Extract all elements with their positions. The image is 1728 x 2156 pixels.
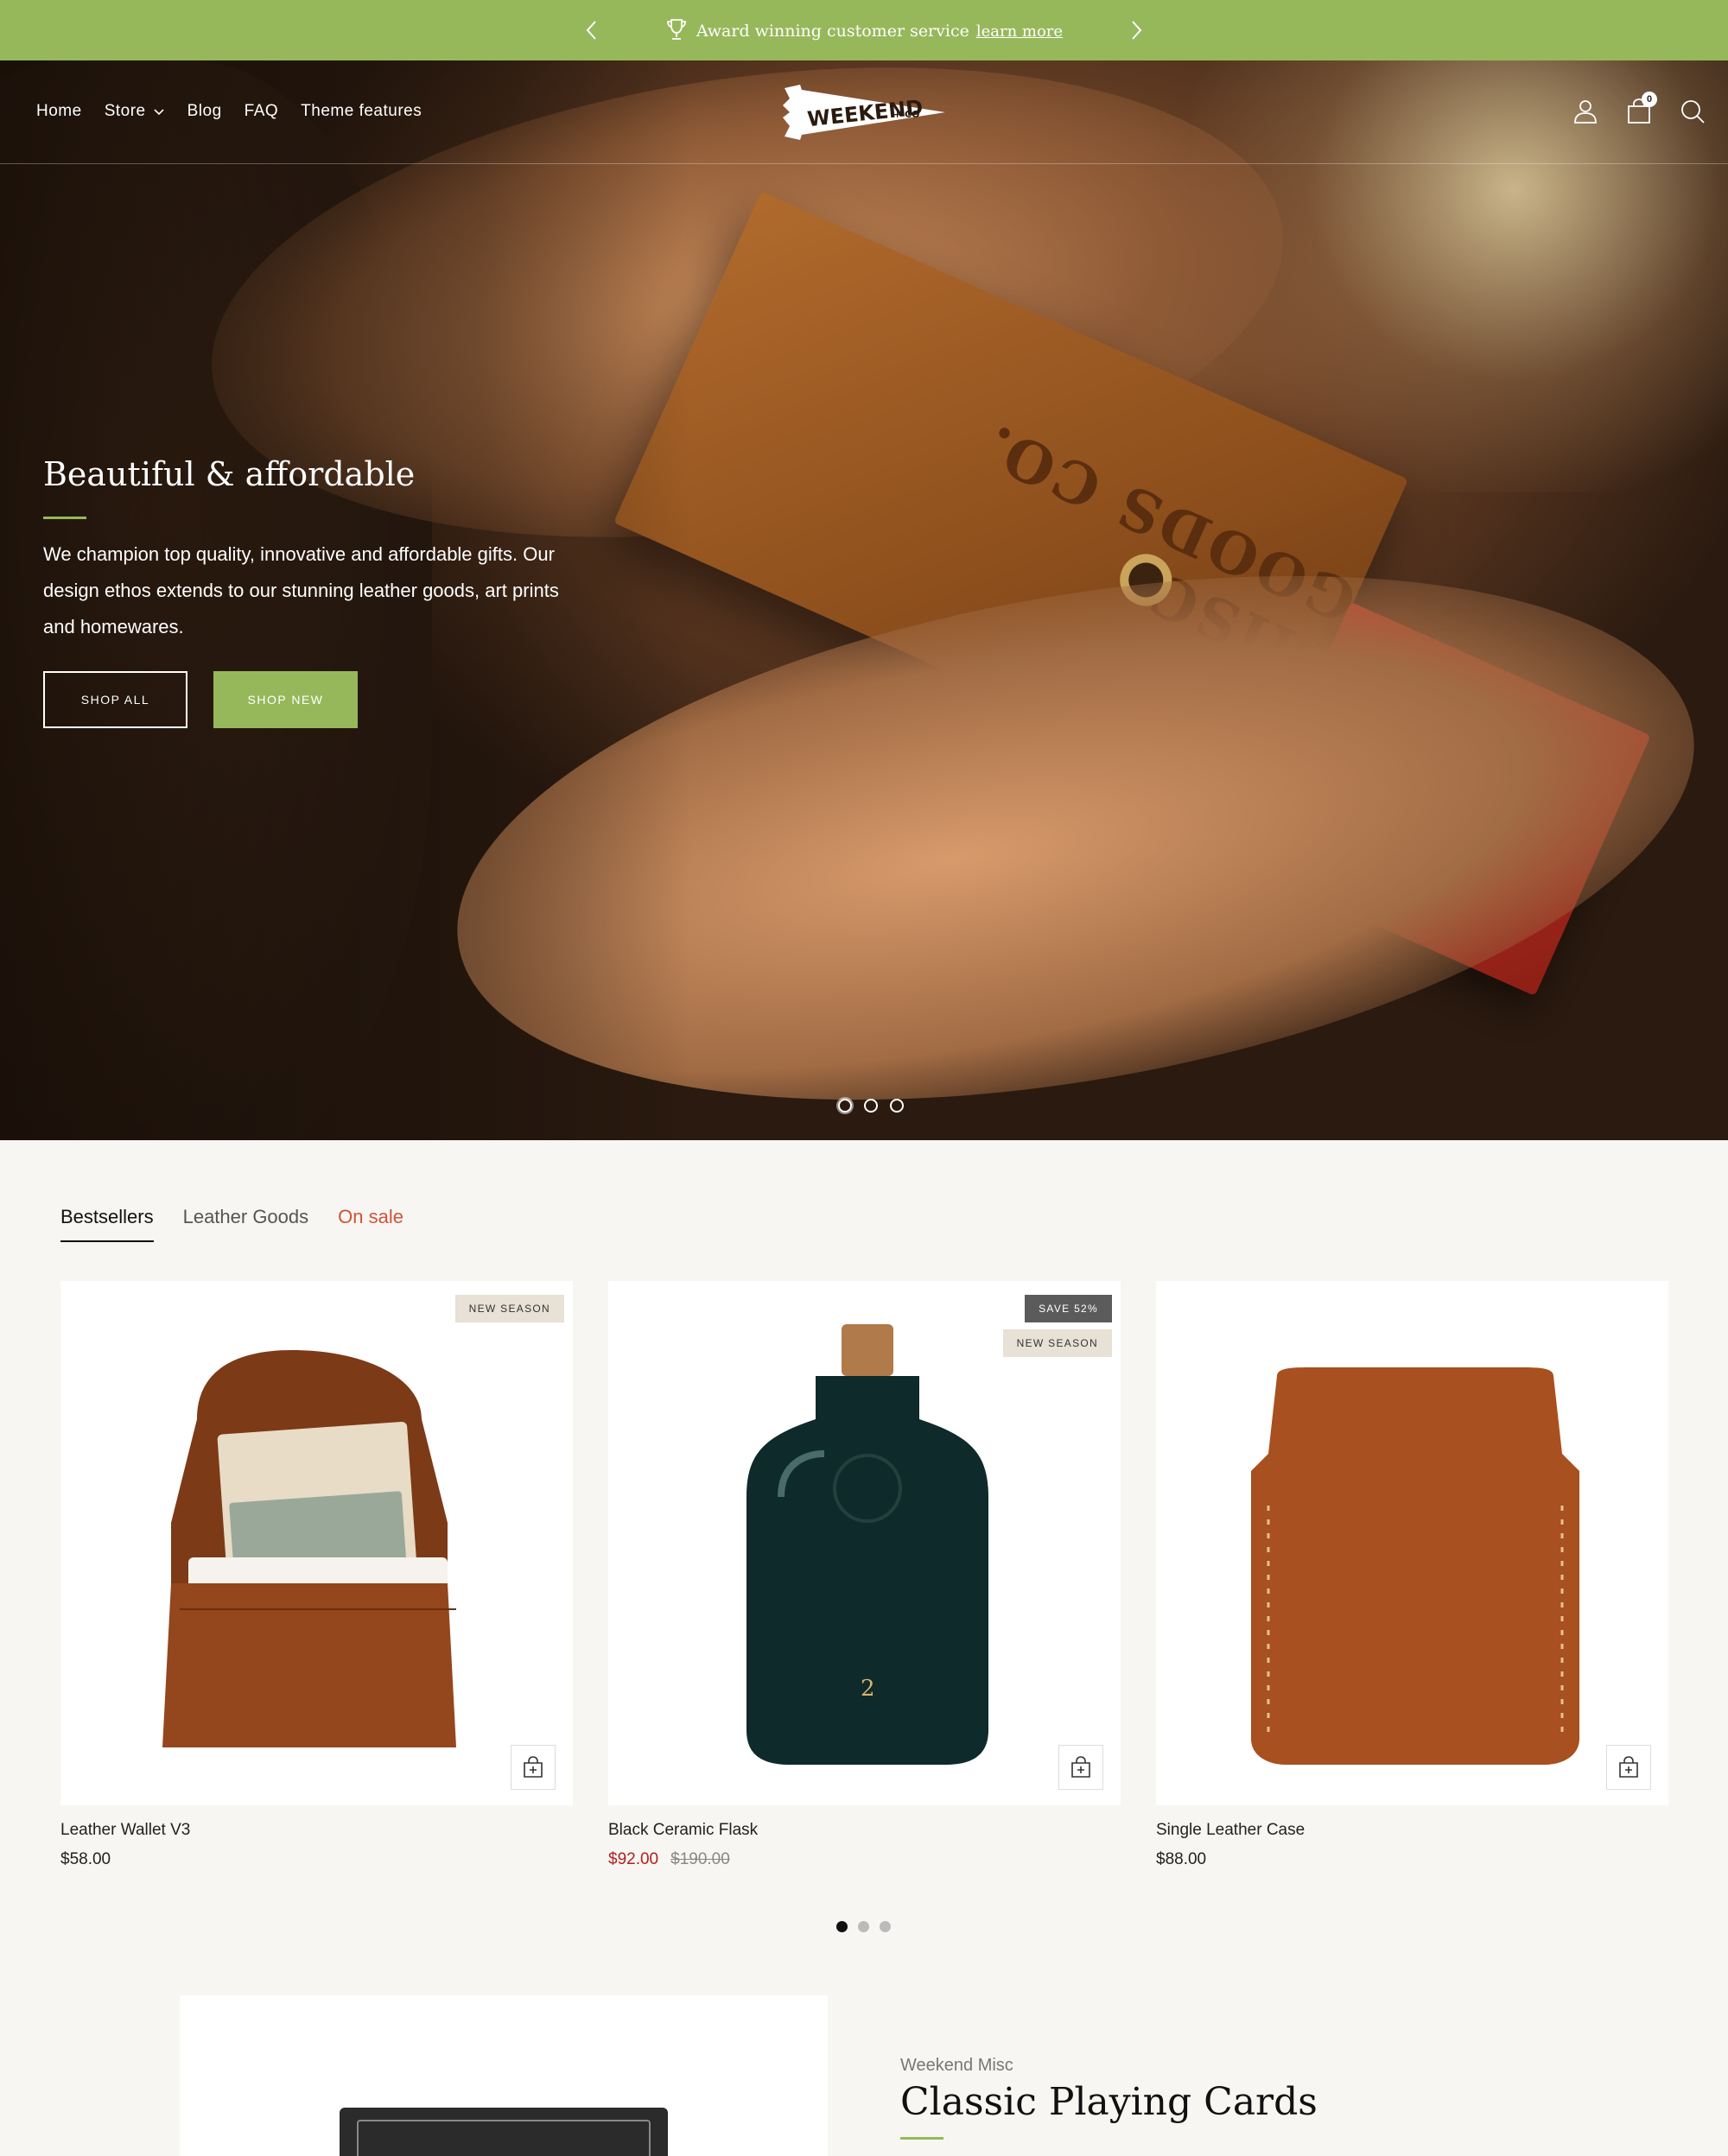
- weekend-co-logo[interactable]: WEEKEND + CO: [781, 83, 947, 142]
- product-badges: SAVE 52% NEW SEASON: [1002, 1295, 1112, 1357]
- product-price: $88.00: [1156, 1850, 1668, 1869]
- main-nav: Home Store Blog FAQ Theme features: [36, 102, 422, 121]
- add-to-cart-icon: [1071, 1756, 1090, 1778]
- quick-add-button[interactable]: [1058, 1745, 1103, 1790]
- new-season-badge: NEW SEASON: [1002, 1329, 1112, 1357]
- nav-faq[interactable]: FAQ: [245, 102, 279, 121]
- product-image[interactable]: [1156, 1281, 1668, 1805]
- product-name[interactable]: Black Ceramic Flask: [608, 1821, 1121, 1840]
- compare-at-price: $190.00: [670, 1850, 730, 1868]
- product-badges: NEW SEASON: [454, 1295, 564, 1322]
- product-image[interactable]: NEW SEASON: [60, 1281, 573, 1805]
- nav-home[interactable]: Home: [36, 102, 82, 121]
- sale-price: $92.00: [608, 1850, 659, 1868]
- price-value: $88.00: [1156, 1850, 1207, 1868]
- product-card[interactable]: NEW SEASON Leather Wallet V3 $58.00: [60, 1281, 573, 1869]
- product-price: $58.00: [60, 1850, 573, 1869]
- trophy-icon: [667, 19, 686, 40]
- announcement-message: Award winning customer service learn more: [0, 17, 1728, 41]
- quick-add-button[interactable]: [511, 1745, 556, 1790]
- product-name[interactable]: Leather Wallet V3: [60, 1821, 573, 1840]
- shop-all-button[interactable]: SHOP ALL: [43, 671, 187, 729]
- quick-add-button[interactable]: [1606, 1745, 1651, 1790]
- nav-store[interactable]: Store: [105, 102, 165, 121]
- product-card[interactable]: 2 SAVE 52% NEW SEASON Black Ceramic Flas…: [608, 1281, 1121, 1869]
- announcement-bar: Award winning customer service learn more: [0, 0, 1728, 60]
- hero-slide-dot-3[interactable]: [890, 1099, 904, 1113]
- tab-on-sale[interactable]: On sale: [338, 1206, 403, 1242]
- product-page-dot-1[interactable]: [836, 1921, 848, 1932]
- product-page-dot-3[interactable]: [880, 1921, 891, 1932]
- chevron-right-icon: [1132, 21, 1142, 40]
- ceramic-flask-image: 2: [746, 1324, 988, 1765]
- tab-leather-goods[interactable]: Leather Goods: [183, 1206, 309, 1242]
- cart-count-badge: 0: [1642, 92, 1657, 107]
- featured-vendor: Weekend Misc: [900, 2056, 1013, 2075]
- add-to-cart-icon: [524, 1756, 543, 1778]
- header-icons: 0: [1571, 92, 1707, 126]
- hero-banner: MISC. GOODS CO. Beautiful & affordable W…: [0, 60, 1728, 1140]
- tab-bestsellers[interactable]: Bestsellers: [60, 1206, 154, 1242]
- hero-description: We champion top quality, innovative and …: [43, 543, 559, 638]
- search-button[interactable]: [1678, 97, 1707, 126]
- announcement-text: Award winning customer service: [696, 22, 969, 41]
- announcement-next-button[interactable]: [1125, 19, 1147, 41]
- save-badge: SAVE 52%: [1025, 1295, 1112, 1322]
- product-price: $92.00 $190.00: [608, 1850, 1121, 1869]
- add-to-cart-icon: [1619, 1756, 1638, 1778]
- search-icon: [1681, 100, 1705, 124]
- account-button[interactable]: [1571, 97, 1600, 126]
- new-season-badge: NEW SEASON: [454, 1295, 564, 1322]
- product-page-dot-2[interactable]: [858, 1921, 869, 1932]
- announcement-learn-more-link[interactable]: learn more: [976, 22, 1063, 41]
- hero-slide-dots: [838, 1099, 904, 1113]
- deck-border: [357, 2120, 651, 2156]
- flask-number: 2: [861, 1676, 875, 1702]
- logo-suffix: + CO: [893, 109, 919, 120]
- featured-title[interactable]: Classic Playing Cards: [900, 2080, 1318, 2124]
- shop-new-button[interactable]: SHOP NEW: [213, 671, 358, 729]
- product-carousel-dots: [836, 1921, 891, 1932]
- nav-store-label: Store: [104, 102, 146, 120]
- chevron-down-icon: [154, 109, 164, 116]
- product-grid: NEW SEASON Leather Wallet V3 $58.00 2 SA…: [60, 1281, 1668, 1869]
- nav-blog[interactable]: Blog: [187, 102, 222, 121]
- leather-case-image: [1251, 1367, 1579, 1765]
- cart-button[interactable]: 0: [1624, 92, 1657, 126]
- hero-buttons: SHOP ALL SHOP NEW: [43, 671, 562, 729]
- hero-divider: [43, 517, 86, 520]
- hero-content: Beautiful & affordable We champion top q…: [43, 453, 562, 729]
- product-image[interactable]: 2 SAVE 52% NEW SEASON: [608, 1281, 1121, 1805]
- hero-slide-dot-2[interactable]: [864, 1099, 878, 1113]
- nav-theme-features[interactable]: Theme features: [301, 102, 422, 121]
- user-icon: [1574, 100, 1597, 124]
- leather-wallet-image: [162, 1350, 456, 1747]
- site-header: Home Store Blog FAQ Theme features WEEKE…: [0, 60, 1728, 164]
- playing-cards-image: [340, 2108, 668, 2156]
- product-card[interactable]: Single Leather Case $88.00: [1156, 1281, 1668, 1869]
- featured-divider: [900, 2137, 943, 2140]
- hero-title: Beautiful & affordable: [43, 455, 416, 493]
- price-value: $58.00: [60, 1850, 111, 1868]
- product-tabs: Bestsellers Leather Goods On sale: [60, 1206, 403, 1242]
- hero-slide-dot-1[interactable]: [838, 1099, 852, 1113]
- product-name[interactable]: Single Leather Case: [1156, 1821, 1668, 1840]
- featured-product-image[interactable]: [180, 1995, 828, 2156]
